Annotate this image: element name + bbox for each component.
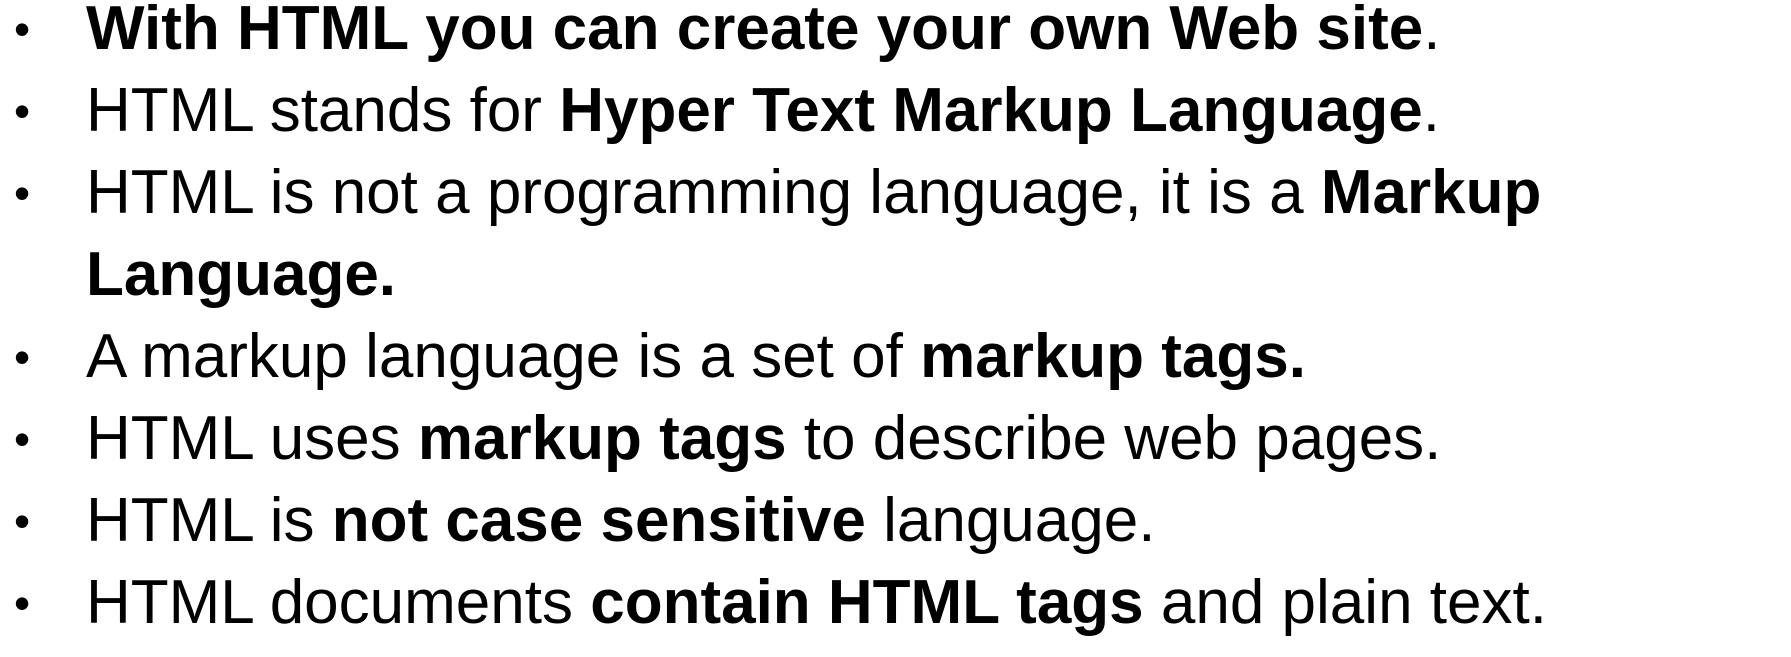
bullet-list: • With HTML you can create your own Web …: [0, 0, 1791, 644]
bullet-text: HTML is: [86, 486, 332, 555]
bullet-item-case-sensitive: • HTML is not case sensitive language.: [0, 480, 1791, 562]
bullet-bold-text: markup tags: [417, 404, 787, 473]
bullet-item-markup-tags-set: • A markup language is a set of markup t…: [0, 316, 1791, 398]
bullet-icon: •: [14, 495, 31, 547]
bullet-bold-text: With HTML you can create your own Web si…: [86, 0, 1424, 63]
bullet-text: language.: [865, 486, 1156, 555]
bullet-text: A markup language is a set of: [86, 322, 921, 391]
bullet-bold-text: contain HTML tags: [590, 568, 1144, 637]
bullet-text: .: [1422, 76, 1441, 145]
bullet-text: and plain text.: [1143, 568, 1547, 637]
bullet-bold-text: markup tags.: [920, 322, 1306, 391]
bullet-bold-text: not case sensitive: [331, 486, 866, 555]
bullet-item-web-site: • With HTML you can create your own Web …: [0, 0, 1791, 70]
bullet-text: HTML uses: [86, 404, 418, 473]
bullet-text: to describe web pages.: [786, 404, 1442, 473]
bullet-item-documents: • HTML documents contain HTML tags and p…: [0, 562, 1791, 644]
bullet-item-uses-tags: • HTML uses markup tags to describe web …: [0, 398, 1791, 480]
bullet-item-markup-language: • HTML is not a programming language, it…: [0, 152, 1786, 316]
bullet-text: HTML documents: [86, 568, 591, 637]
bullet-item-stands-for: • HTML stands for Hyper Text Markup Lang…: [0, 70, 1791, 152]
bullet-icon: •: [14, 331, 31, 383]
bullet-bold-text: Hyper Text Markup Language: [559, 76, 1423, 145]
bullet-icon: •: [14, 577, 31, 629]
bullet-icon: •: [14, 167, 31, 219]
bullet-text: .: [1423, 0, 1441, 63]
bullet-text: HTML is not a programming language, it i…: [86, 158, 1321, 227]
slide: • With HTML you can create your own Web …: [0, 0, 1791, 657]
bullet-icon: •: [14, 85, 31, 137]
bullet-icon: •: [14, 3, 31, 55]
bullet-icon: •: [14, 413, 31, 465]
bullet-text: HTML stands for: [86, 76, 560, 145]
